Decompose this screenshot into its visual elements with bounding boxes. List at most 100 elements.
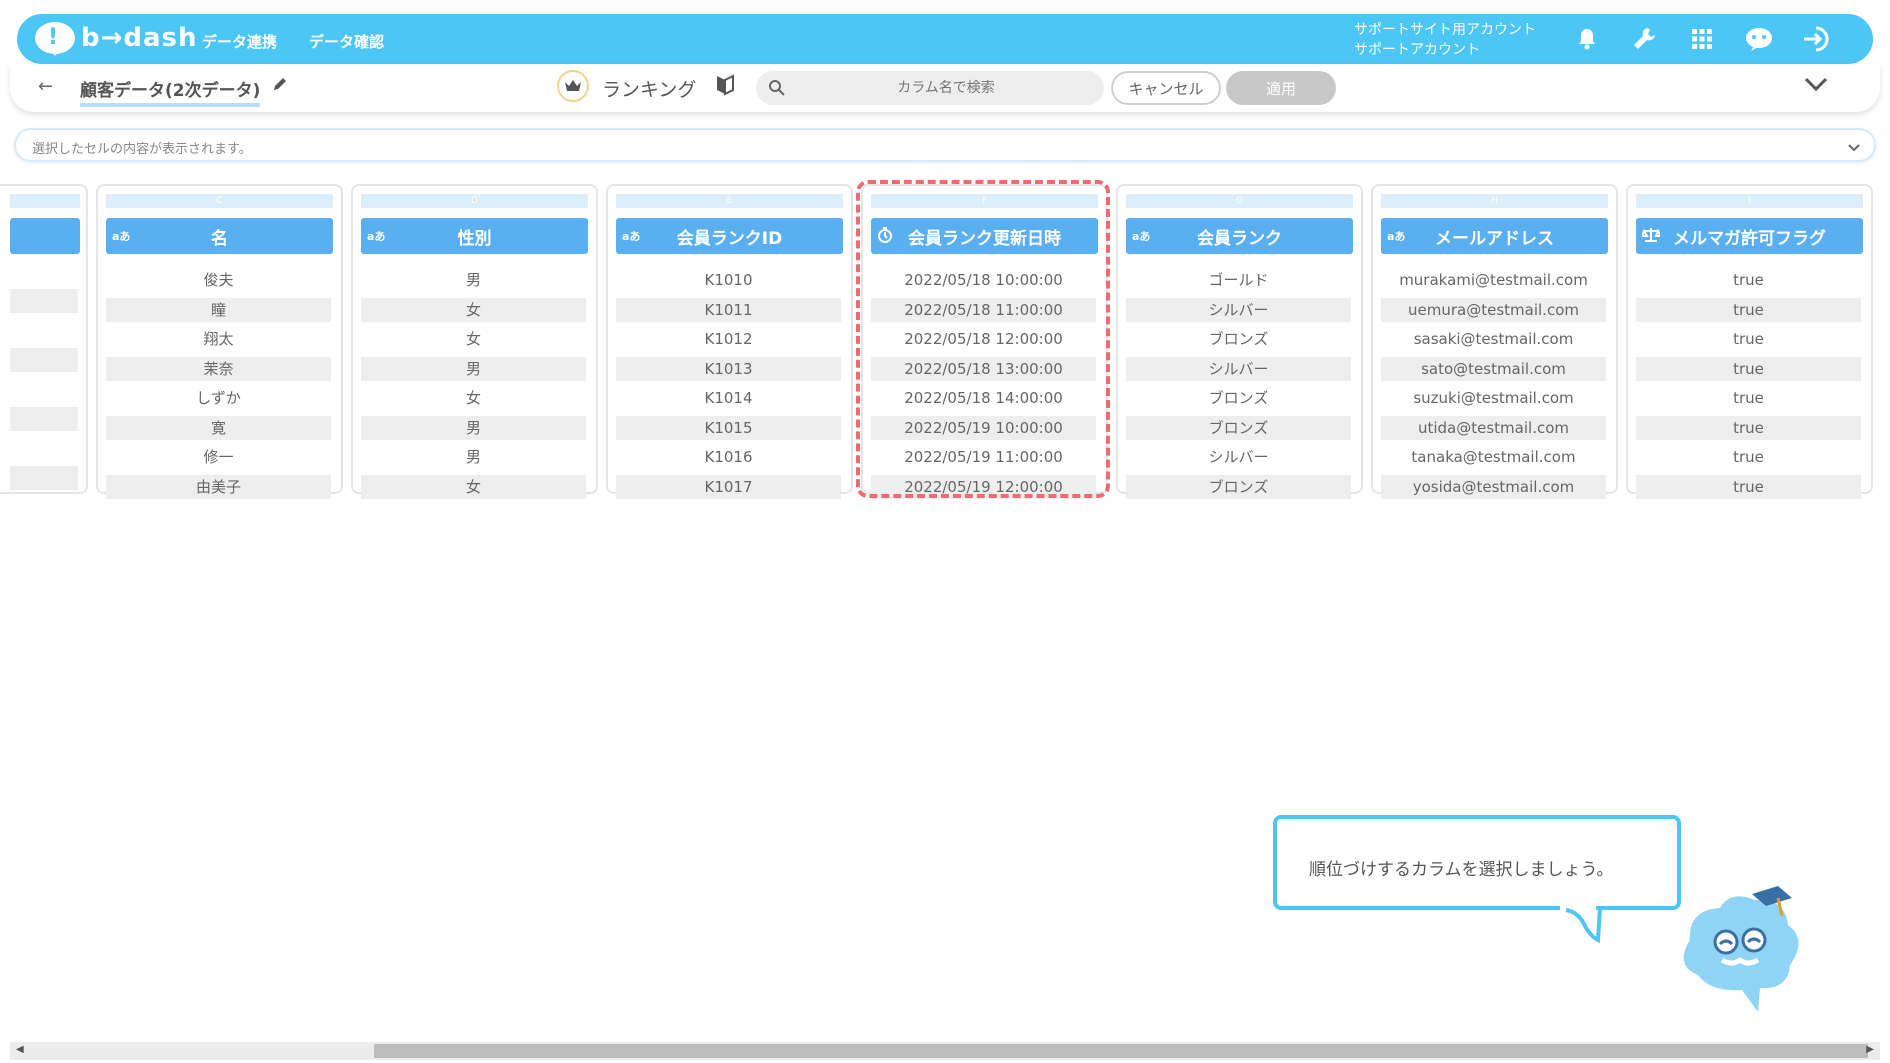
table-cell[interactable]: 男 [361,268,586,292]
account-info[interactable]: サポートサイト用アカウント サポートアカウント [1354,20,1536,60]
column-header[interactable]: aあ 会員ランク [1126,218,1353,254]
table-cell[interactable]: 寛 [106,415,331,440]
table-cell[interactable]: K1014 [616,386,841,410]
scroll-right-icon[interactable]: ▶ [1866,1044,1874,1055]
scrollbar-thumb[interactable] [374,1044,1868,1058]
table-cell[interactable]: true [1636,415,1861,440]
arrow-left-icon[interactable]: ← [38,76,53,97]
table-cell[interactable]: 由美子 [106,474,331,499]
table-cell[interactable]: 俊夫 [106,268,331,292]
beginner-mark-icon[interactable] [716,74,734,100]
text-type-icon: aあ [112,230,131,243]
column-header[interactable]: aあ メールアドレス [1381,218,1608,254]
table-cell[interactable]: 修一 [106,445,331,469]
table-cell[interactable]: 女 [361,327,586,351]
cell-content-bar[interactable]: 選択したセルの内容が表示されます。 [14,128,1876,162]
ranking-title: ランキング [602,79,697,101]
table-cell[interactable]: sasaki@testmail.com [1381,327,1606,351]
chat-robot-icon[interactable] [1744,24,1774,54]
table-cell[interactable]: true [1636,327,1861,351]
table-cell[interactable]: true [1636,356,1861,381]
column-header[interactable]: aあ 会員ランクID [616,218,843,254]
table-cell[interactable]: K1011 [616,297,841,322]
table-cell[interactable]: ブロンズ [1126,474,1351,499]
table-cell[interactable]: uemura@testmail.com [1381,297,1606,322]
table-cell[interactable]: ブロンズ [1126,415,1351,440]
chevron-down-icon[interactable] [1804,76,1828,96]
table-cell[interactable]: suzuki@testmail.com [1381,386,1606,410]
table-cell[interactable]: 茉奈 [106,356,331,381]
table-cell[interactable]: murakami@testmail.com [1381,268,1606,292]
bell-icon[interactable] [1572,24,1602,54]
column-header-label: 会員ランクID [676,228,783,249]
table-cell[interactable]: K1012 [616,327,841,351]
table-cell[interactable]: 翔太 [106,327,331,351]
column-partial-b[interactable] [0,184,88,494]
apply-button[interactable]: 適用 [1226,71,1336,105]
grid-icon[interactable] [1687,24,1717,54]
table-cell[interactable]: 女 [361,474,586,499]
crown-icon [557,70,589,102]
table-cell[interactable] [10,348,78,372]
table-cell[interactable]: true [1636,445,1861,469]
logout-icon[interactable] [1802,24,1832,54]
table-cell[interactable]: utida@testmail.com [1381,415,1606,440]
dataset-name[interactable]: 顧客データ(2次データ) [80,76,261,107]
table-cell[interactable]: 女 [361,386,586,410]
table-cell[interactable]: ブロンズ [1126,386,1351,410]
table-cell[interactable]: 瞳 [106,297,331,322]
horizontal-scrollbar[interactable]: ◀ ▶ [10,1042,1880,1060]
table-cell[interactable] [10,289,78,313]
wrench-icon[interactable] [1629,24,1659,54]
table-cell[interactable] [10,407,78,431]
table-cell[interactable]: sato@testmail.com [1381,356,1606,381]
table-cell[interactable] [10,466,78,490]
table-cell[interactable]: yosida@testmail.com [1381,474,1606,499]
table-cell[interactable]: 男 [361,356,586,381]
column-h[interactable]: Haあ メールアドレス murakami@testmail.com uemura@te… [1371,184,1618,499]
table-cell[interactable]: ゴールド [1126,268,1351,292]
table-cell[interactable]: K1013 [616,356,841,381]
cancel-button[interactable]: キャンセル [1111,71,1221,105]
table-cell[interactable]: しずか [106,386,331,410]
pencil-icon[interactable] [272,76,288,96]
scale-icon [1640,227,1663,246]
table-cell[interactable]: 男 [361,445,586,469]
chevron-down-icon[interactable] [1848,138,1860,157]
column-search-input[interactable] [796,71,1096,105]
scroll-left-icon[interactable]: ◀ [16,1044,24,1055]
column-header[interactable] [10,218,80,254]
table-cell[interactable]: シルバー [1126,356,1351,381]
column-g[interactable]: Gaあ 会員ランク ゴールド シルバー ブロンズ シルバー ブロンズ ブロンズ シルバー ブロンズ [1116,184,1363,499]
nav-link-data-check[interactable]: データ確認 [309,31,384,52]
table-cell[interactable]: 女 [361,297,586,322]
table-cell[interactable]: K1017 [616,474,841,499]
table-cell[interactable]: 男 [361,415,586,440]
column-c[interactable]: Caあ 名俊夫瞳翔太 茉奈 しずか寛修一 由美子 [96,184,343,499]
table-cell[interactable]: ブロンズ [1126,327,1351,351]
table-cell[interactable]: シルバー [1126,445,1351,469]
column-header[interactable]: メルマガ許可フラグ [1636,218,1863,254]
table-cell[interactable]: K1010 [616,268,841,292]
table-cell[interactable]: シルバー [1126,297,1351,322]
column-i[interactable]: I メルマガ許可フラグ true true true true true true true tr… [1626,184,1873,499]
column-header[interactable]: aあ 性別 [361,218,588,254]
column-header-label: メールアドレス [1435,228,1554,249]
table-cell[interactable]: K1015 [616,415,841,440]
bdash-logo[interactable]: ! b→dash [35,22,198,54]
column-header[interactable]: aあ 名 [106,218,333,254]
column-e[interactable]: Eaあ 会員ランクID K1010 K1011 K1012 K1013 K1014 K1015… [606,184,853,499]
table-cell[interactable]: true [1636,268,1861,292]
tooltip-tail-icon [1560,906,1602,944]
table-cell[interactable]: true [1636,297,1861,322]
table-cell[interactable]: K1016 [616,445,841,469]
nav-link-data-integration[interactable]: データ連携 [202,31,277,52]
table-cell[interactable]: tanaka@testmail.com [1381,445,1606,469]
column-search[interactable] [756,71,1104,105]
table-cell[interactable]: true [1636,474,1861,499]
text-type-icon: aあ [622,230,641,243]
account-site-name: サポートサイト用アカウント [1354,22,1536,38]
table-cell[interactable]: true [1636,386,1861,410]
column-d[interactable]: Daあ 性別男女女男女男男女 [351,184,598,499]
column-header-label: メルマガ許可フラグ [1673,228,1826,249]
